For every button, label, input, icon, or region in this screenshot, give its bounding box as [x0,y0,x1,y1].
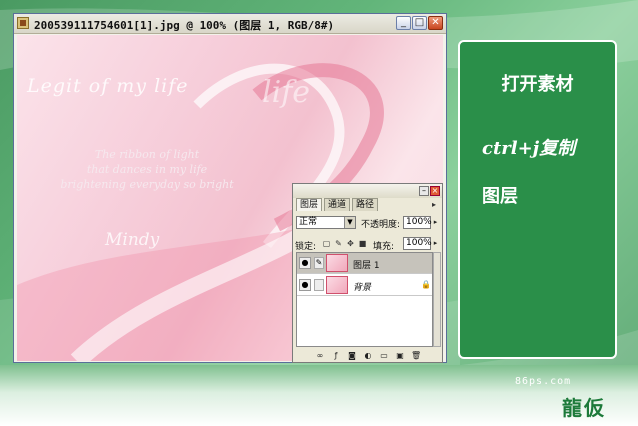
layers-panel: – × 图层 通道 路径 ▸ 正常 ▼ 不透明度: 100% ▸ 锁定: ▢ ✎… [292,183,443,363]
layer-style-icon[interactable]: ƒ [331,351,341,360]
window-title: 200539111754601[1].jpg @ 100% (图层 1, RGB… [34,19,335,32]
opacity-arrow-icon[interactable]: ▸ [432,217,439,228]
opacity-value: 100% [406,217,432,227]
mask-icon[interactable]: ◙ [347,351,357,360]
minimize-button[interactable]: _ [396,16,411,30]
layer-row[interactable]: ● 背景 🔒 [297,275,432,296]
script-text: Legit of my life [27,75,189,97]
fill-input[interactable]: 100% [403,237,432,250]
close-button[interactable]: ✕ [428,16,443,30]
maximize-button[interactable]: □ [412,16,427,30]
poem-line: brightening everyday so bright [60,178,234,191]
layer-thumbnail [326,276,348,294]
link-slot-icon[interactable] [314,279,324,291]
layer-name: 图层 1 [353,261,380,271]
tab-layers[interactable]: 图层 [296,198,323,211]
panel-minimize-button[interactable]: – [419,186,429,196]
poem-text: The ribbon of light that dances in my li… [17,147,277,192]
tab-channels[interactable]: 通道 [324,198,351,211]
trash-icon[interactable]: 🗑 [411,351,421,360]
layer-row[interactable]: ● ✎ 图层 1 [297,253,432,274]
eye-icon[interactable]: ● [299,279,311,291]
instruction-card: 打开素材 ctrl+j复制 图层 [458,40,617,359]
opacity-input[interactable]: 100% [403,216,432,229]
watermark: 86ps.com [515,376,572,387]
fill-arrow-icon[interactable]: ▸ [432,238,439,249]
layers-list: ● ✎ 图层 1 ● 背景 🔒 [296,252,433,347]
brush-icon[interactable]: ✎ [314,257,324,269]
panel-bottom-toolbar: ∞ ƒ ◙ ◐ ▭ ▣ 🗑 [293,349,442,362]
panel-close-button[interactable]: × [430,186,440,196]
instruction-line-1: 打开素材 [501,74,574,95]
lock-position-move-icon[interactable]: ✥ [346,239,355,248]
new-layer-icon[interactable]: ▣ [395,351,405,360]
lock-icon: 🔒 [421,280,431,289]
lock-all-icon[interactable]: ■ [358,239,367,248]
eye-icon[interactable]: ● [299,257,311,269]
tab-paths[interactable]: 路径 [352,198,379,211]
logo: 龍仮 [562,396,606,420]
link-layers-icon[interactable]: ∞ [315,351,325,360]
opacity-label: 不透明度: [361,220,401,230]
poem-line: that dances in my life [86,163,208,176]
blend-mode-select[interactable]: 正常 ▼ [296,216,356,229]
instruction-line-3: 图层 [482,186,518,207]
signature-text: Mindy [105,230,160,250]
lock-pixels-brush-icon[interactable]: ✎ [334,239,343,248]
fill-value: 100% [406,238,432,248]
chevron-down-icon: ▼ [344,217,355,228]
layer-name: 背景 [353,283,372,293]
photoshop-icon [17,17,29,29]
footer-band [0,365,638,426]
blend-mode-value: 正常 [299,217,318,227]
instruction-line-2: ctrl+j复制 [482,138,576,159]
window-titlebar[interactable]: 200539111754601[1].jpg @ 100% (图层 1, RGB… [14,14,446,34]
script-large-text: life [262,75,311,110]
layers-scrollbar[interactable] [433,252,441,347]
fill-label: 填充: [373,242,395,252]
poem-line: The ribbon of light [94,148,200,161]
new-group-folder-icon[interactable]: ▭ [379,351,389,360]
layer-thumbnail [326,254,348,272]
lock-transparency-icon[interactable]: ▢ [322,239,331,248]
adjustment-layer-icon[interactable]: ◐ [363,351,373,360]
panel-menu-arrow-icon[interactable]: ▸ [432,200,436,209]
panel-titlebar[interactable]: – × [293,184,442,198]
lock-label: 锁定: [295,242,317,252]
